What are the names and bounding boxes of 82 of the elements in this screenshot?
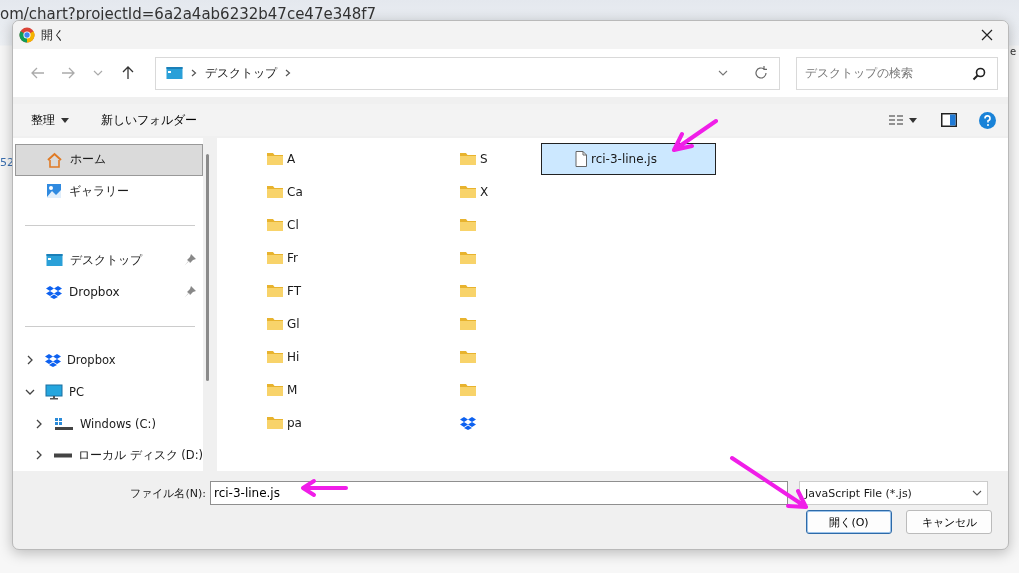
folder-item[interactable]: Gl — [265, 307, 302, 340]
file-name-field[interactable]: rci-3-line.js — [210, 481, 788, 505]
help-icon[interactable] — [979, 111, 996, 129]
folder-item[interactable]: Ca — [265, 175, 305, 208]
view-options-button[interactable] — [887, 112, 919, 128]
preview-pane-icon[interactable] — [941, 113, 957, 127]
arrow-left-icon — [30, 65, 46, 81]
caret-icon — [61, 117, 69, 123]
folder-icon — [460, 350, 476, 363]
open-button[interactable]: 開く(O) — [806, 510, 892, 534]
dropbox-icon — [46, 284, 62, 299]
drive-icon — [54, 452, 72, 458]
caret-icon — [909, 117, 917, 123]
breadcrumb-chevron-icon — [285, 69, 291, 77]
tree-item[interactable]: ローカル ディスク (D:) — [15, 439, 203, 471]
gallery-icon — [46, 183, 62, 200]
folder-item[interactable]: S — [458, 142, 490, 175]
file-item[interactable]: rci-3-line.js — [541, 143, 716, 175]
address-bar[interactable]: デスクトップ — [155, 56, 780, 90]
arrow-up-icon — [120, 65, 136, 81]
list-view-icon — [889, 114, 903, 126]
folder-icon — [267, 284, 283, 297]
dropbox-icon — [460, 415, 476, 430]
dropbox-icon — [45, 353, 61, 368]
expand-chevron-icon[interactable] — [34, 418, 44, 429]
file-type-dropdown[interactable]: JavaScript File (*.js) — [799, 481, 988, 505]
url-text: om/chart?projectId=6a2a4ab6232b47ce47e348f7 — [0, 5, 377, 23]
folder-item[interactable]: Fr — [265, 241, 300, 274]
home-icon — [46, 151, 63, 168]
folder-item[interactable]: pa — [265, 406, 304, 439]
folder-icon — [267, 218, 283, 231]
folder-icon — [267, 185, 283, 198]
folder-icon — [267, 152, 283, 165]
close-icon — [981, 29, 993, 41]
folder-icon — [267, 251, 283, 264]
folder-icon — [460, 251, 476, 264]
folder-item[interactable]: X — [458, 175, 491, 208]
tree-item[interactable]: PC — [15, 376, 203, 408]
cancel-button[interactable]: キャンセル — [906, 510, 992, 534]
refresh-icon[interactable] — [753, 65, 769, 81]
search-icon — [972, 66, 986, 81]
navigation-item[interactable]: ギャラリー — [15, 175, 203, 208]
folder-item[interactable]: Cl — [265, 208, 301, 241]
new-folder-button[interactable]: 新しいフォルダー — [99, 109, 199, 131]
annotation-arrow — [298, 477, 350, 499]
browser-logo-icon — [19, 27, 35, 43]
folder-item[interactable]: FT — [265, 274, 304, 307]
folder-icon — [267, 383, 283, 396]
arrow-right-icon — [60, 65, 76, 81]
folder-icon — [460, 284, 476, 297]
scrollbar-thumb[interactable] — [206, 154, 209, 381]
folder-icon — [267, 350, 283, 363]
breadcrumb-item[interactable]: デスクトップ — [205, 64, 277, 82]
tree-item[interactable]: Dropbox — [15, 344, 203, 377]
window-title: 開く — [41, 26, 66, 44]
desktop-icon — [46, 253, 63, 268]
folder-item[interactable]: Hi — [265, 340, 302, 373]
folder-item[interactable]: A — [265, 142, 298, 175]
file-name-label: ファイル名(N): — [129, 485, 207, 501]
tree-item[interactable]: Windows (C:) — [15, 407, 203, 440]
drive-icon — [54, 416, 74, 431]
page-text: e — [1010, 46, 1017, 57]
monitor-icon — [45, 383, 63, 400]
folder-icon — [460, 383, 476, 396]
folder-icon — [267, 317, 283, 330]
folder-icon — [460, 218, 476, 231]
organize-menu-button[interactable]: 整理 — [29, 109, 71, 131]
folder-icon — [460, 152, 476, 165]
expand-chevron-icon[interactable] — [25, 355, 35, 366]
folder-item[interactable]: M — [265, 373, 300, 406]
chevron-down-icon — [972, 488, 982, 498]
navigation-item[interactable]: Dropbox — [15, 275, 203, 308]
folder-icon — [460, 317, 476, 330]
expand-chevron-icon[interactable] — [34, 450, 44, 461]
desktop-icon — [166, 66, 183, 80]
file-icon — [575, 151, 587, 167]
breadcrumb-chevron-icon — [191, 69, 197, 77]
search-field[interactable]: デスクトップの検索 — [796, 56, 998, 90]
folder-icon — [460, 185, 476, 198]
navigation-item[interactable]: ホーム — [15, 144, 203, 176]
folder-icon — [267, 416, 283, 429]
navigation-item[interactable]: デスクトップ — [15, 244, 203, 276]
